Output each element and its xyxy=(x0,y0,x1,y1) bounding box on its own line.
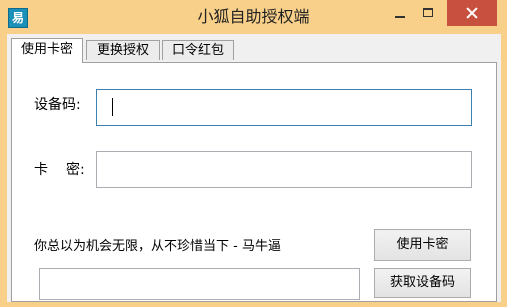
minimize-button[interactable] xyxy=(385,0,415,26)
card-key-input[interactable] xyxy=(96,151,472,188)
maximize-button[interactable] xyxy=(415,0,443,26)
card-key-label: 卡 密: xyxy=(34,159,85,179)
card-key-label-right: 密: xyxy=(66,162,85,178)
card-key-label-left: 卡 xyxy=(34,162,48,178)
title-bar[interactable]: 易 小狐自助授权端 xyxy=(0,0,507,34)
tab-change-authorization[interactable]: 更换授权 xyxy=(86,40,160,60)
device-code-label: 设备码: xyxy=(34,97,81,113)
device-code-output-field[interactable] xyxy=(39,268,360,300)
use-card-key-button[interactable]: 使用卡密 xyxy=(374,229,471,261)
tab-panel-use-card-key: 设备码: 卡 密: 你总以为机会无限，从不珍惜当下 - 马牛逼 使用卡密 获取设备… xyxy=(11,62,497,302)
motto-text: 你总以为机会无限，从不珍惜当下 - 马牛逼 xyxy=(34,239,281,254)
client-area: 使用卡密 更换授权 口令红包 设备码: 卡 密: 你总以为机会无限，从不珍惜当下 … xyxy=(7,34,501,302)
tab-use-card-key[interactable]: 使用卡密 xyxy=(11,38,83,63)
device-code-input[interactable] xyxy=(96,89,472,126)
text-caret xyxy=(112,98,113,116)
app-window: 易 小狐自助授权端 使用卡密 更换授权 口令红包 设备码: 卡 密: 你总以为机会… xyxy=(0,0,507,307)
tab-password-red-packet[interactable]: 口令红包 xyxy=(162,40,234,60)
get-device-code-button[interactable]: 获取设备码 xyxy=(374,268,471,298)
close-button[interactable] xyxy=(447,0,497,26)
